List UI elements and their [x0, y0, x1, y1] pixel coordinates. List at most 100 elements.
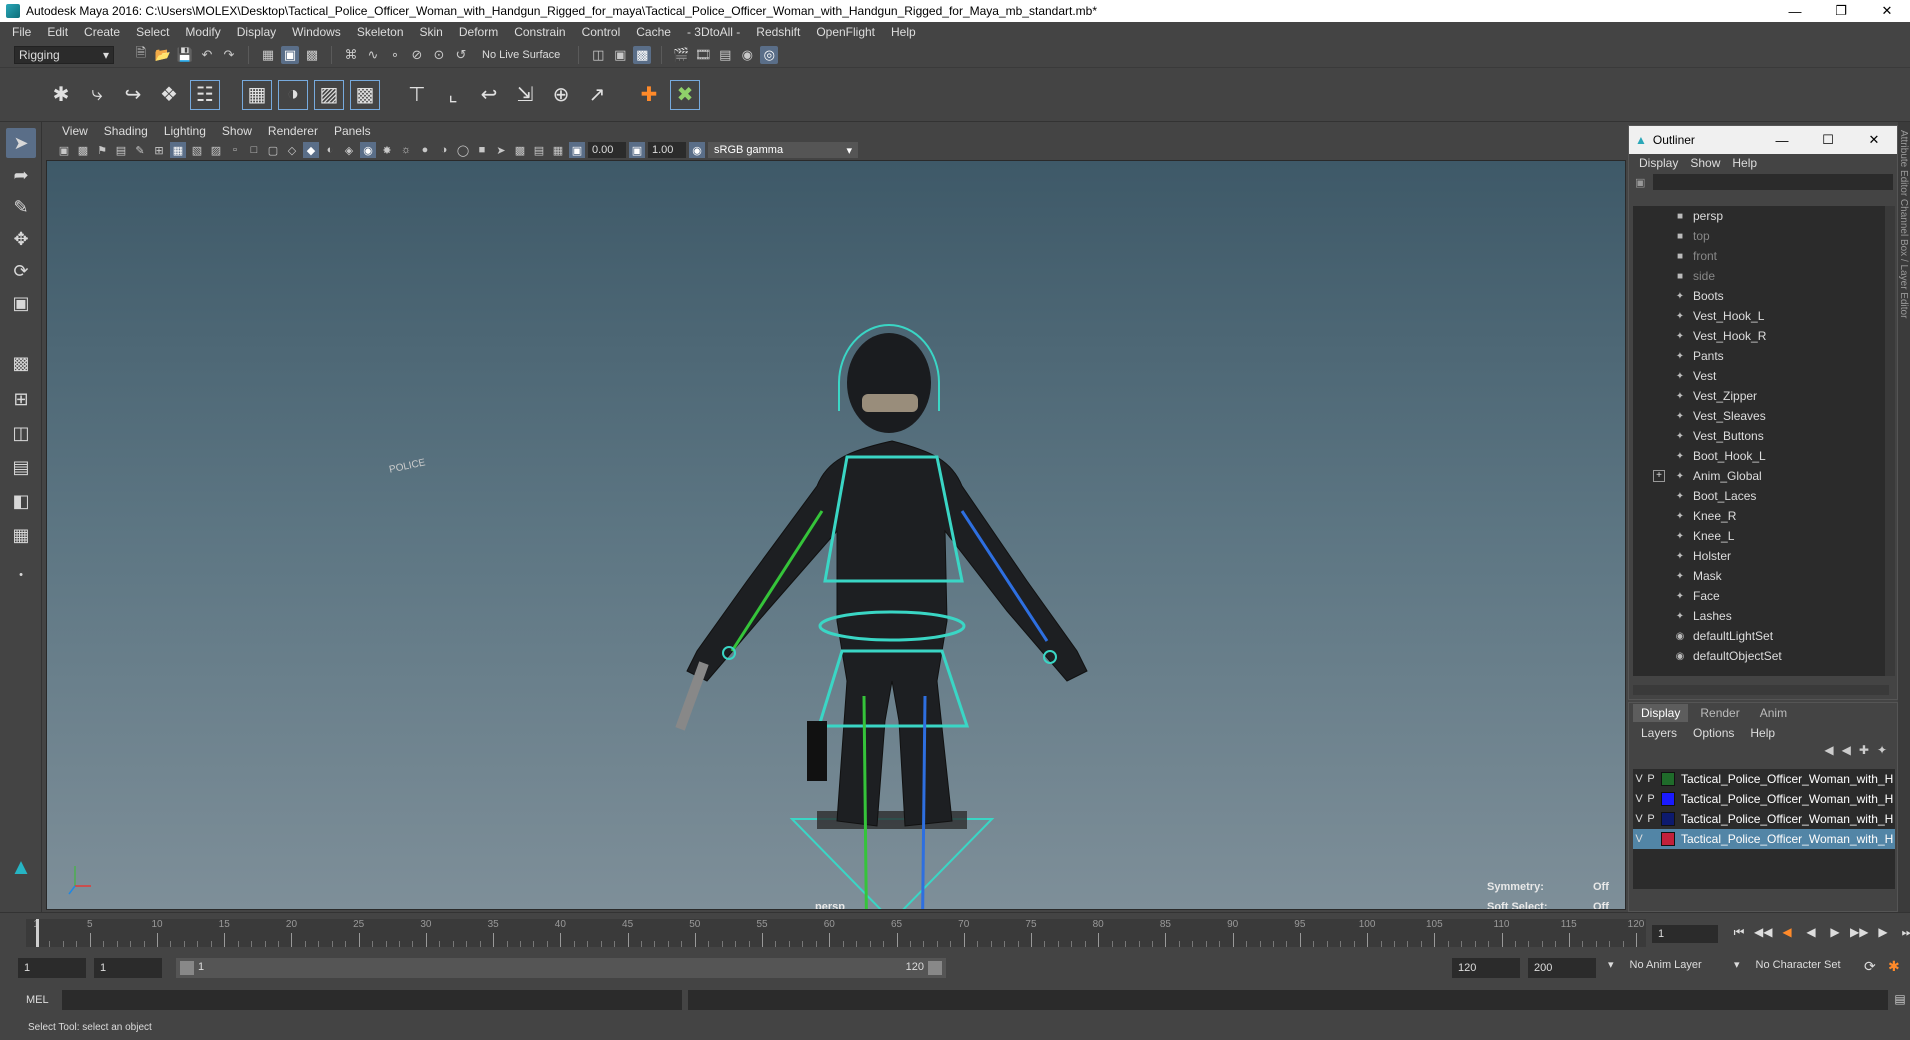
menu-4[interactable]: Modify	[177, 25, 228, 39]
aim-constraint-icon[interactable]: ⊕	[546, 80, 576, 110]
play-backwards-icon[interactable]: ◀	[1802, 925, 1820, 940]
menu-8[interactable]: Skin	[412, 25, 451, 39]
layer-color-swatch[interactable]	[1661, 832, 1675, 846]
persp-outliner-layout-icon[interactable]: ◫	[6, 418, 36, 448]
layer-row[interactable]: V P Tactical_Police_Officer_Woman_with_H	[1633, 789, 1895, 809]
safe-action-icon[interactable]: □	[246, 142, 262, 158]
paint-select-icon[interactable]: ✎	[6, 192, 36, 222]
step-forward-icon[interactable]: ▶	[1874, 925, 1892, 940]
outliner-item[interactable]: ■ front	[1633, 246, 1889, 266]
hud-icon[interactable]: ▩	[512, 142, 528, 158]
new-layer-selected-icon[interactable]: ✦	[1877, 743, 1887, 763]
layer-color-swatch[interactable]	[1661, 792, 1675, 806]
outliner-item[interactable]: ✦ Face	[1633, 586, 1889, 606]
menu-6[interactable]: Windows	[284, 25, 349, 39]
viewport-menu-0[interactable]: View	[54, 124, 96, 138]
menu-2[interactable]: Create	[76, 25, 128, 39]
grease-pencil-icon[interactable]: ✎	[132, 142, 148, 158]
go-to-start-icon[interactable]: ⏮	[1730, 925, 1748, 940]
maximize-icon[interactable]: ☐	[1805, 132, 1851, 148]
outliner-item[interactable]: ✦ Vest_Zipper	[1633, 386, 1889, 406]
outliner-item[interactable]: ✦ Pants	[1633, 346, 1889, 366]
outliner-item[interactable]: ✦ Boots	[1633, 286, 1889, 306]
ik-handle-icon[interactable]: ⤷	[82, 80, 112, 110]
default-material-icon[interactable]: ◐	[322, 142, 338, 158]
grid-icon[interactable]: ⊞	[151, 142, 167, 158]
outliner-horizontal-scrollbar[interactable]	[1633, 685, 1889, 695]
construction-history-icon[interactable]: ▩	[633, 45, 652, 64]
remove-influence-icon[interactable]: ✖	[670, 79, 700, 110]
menu-3[interactable]: Select	[128, 25, 177, 39]
viewport-menu-2[interactable]: Lighting	[156, 124, 214, 138]
bookmark-icon[interactable]: ⚑	[94, 142, 110, 158]
menu-1[interactable]: Edit	[39, 25, 76, 39]
menu-0[interactable]: File	[4, 25, 39, 39]
animation-end-field[interactable]: 200	[1528, 958, 1596, 978]
outliner-item[interactable]: ◉ defaultObjectSet	[1633, 646, 1889, 666]
character-set-dropdown[interactable]: ▾ No Character Set	[1734, 958, 1841, 972]
add-influence-icon[interactable]: ✚	[634, 80, 664, 110]
script-editor-icon[interactable]: ▤	[1892, 992, 1908, 1008]
layer-playback-toggle[interactable]: P	[1645, 813, 1657, 825]
menu-14[interactable]: Redshift	[748, 25, 808, 39]
hypershade-layout-icon[interactable]: ◧	[6, 486, 36, 516]
isolate-select-icon[interactable]: ➤	[493, 142, 509, 158]
outliner-menu-1[interactable]: Show	[1684, 156, 1726, 170]
layer-playback-toggle[interactable]: P	[1645, 773, 1657, 785]
parent-constraint-icon[interactable]: ⊤	[402, 80, 432, 110]
film-gate-icon[interactable]: ▦	[170, 142, 186, 158]
layer-row[interactable]: V P Tactical_Police_Officer_Woman_with_H	[1633, 809, 1895, 829]
layer-tab-0[interactable]: Display	[1633, 704, 1689, 722]
exposure-field[interactable]: 0.00	[588, 142, 626, 158]
input-output-icon[interactable]: ◫	[589, 46, 607, 64]
scale-constraint-icon[interactable]: ⇲	[510, 80, 540, 110]
paint-weights-icon[interactable]: ◑	[278, 79, 308, 110]
outliner-item[interactable]: ✦ Vest_Hook_L	[1633, 306, 1889, 326]
outliner-item[interactable]: ✦ Vest_Sleaves	[1633, 406, 1889, 426]
select-component-icon[interactable]: ▩	[303, 46, 321, 64]
rotate-tool-icon[interactable]: ⟳	[6, 256, 36, 286]
layer-visibility-toggle[interactable]: V	[1633, 833, 1645, 845]
history-icon[interactable]: ▣	[611, 46, 629, 64]
current-frame-field[interactable]: 1	[1652, 925, 1718, 943]
camera-attributes-icon[interactable]: ▩	[75, 142, 91, 158]
current-time-indicator[interactable]	[36, 919, 39, 947]
lights-icon[interactable]: ●	[417, 142, 433, 158]
outliner-menu-2[interactable]: Help	[1726, 156, 1763, 170]
menu-15[interactable]: OpenFlight	[808, 25, 883, 39]
safe-title-icon[interactable]: ▢	[265, 142, 281, 158]
layer-visibility-toggle[interactable]: V	[1633, 813, 1645, 825]
wireframe-on-shaded-icon[interactable]: ◈	[341, 142, 357, 158]
outliner-search-input[interactable]	[1653, 174, 1894, 190]
command-language-label[interactable]: MEL	[26, 994, 49, 1006]
live-surface-label[interactable]: No Live Surface	[482, 49, 560, 61]
backface-culling-icon[interactable]: ▦	[550, 142, 566, 158]
layer-row[interactable]: V Tactical_Police_Officer_Woman_with_H	[1633, 829, 1895, 849]
outliner-item[interactable]: ✦ Mask	[1633, 566, 1889, 586]
orient-constraint-icon[interactable]: ↩	[474, 80, 504, 110]
bind-skin-icon[interactable]: ▦	[242, 79, 272, 110]
playback-start-field[interactable]: 1	[94, 958, 162, 978]
outliner-item[interactable]: ✦ Boot_Hook_L	[1633, 446, 1889, 466]
resolution-gate-icon[interactable]: ▧	[189, 142, 205, 158]
ipr-render-icon[interactable]: 🎞	[694, 46, 712, 64]
pole-vector-icon[interactable]: ↗	[582, 80, 612, 110]
menu-5[interactable]: Display	[229, 25, 284, 39]
color-management-icon[interactable]: ◉	[689, 142, 705, 158]
menu-10[interactable]: Constrain	[506, 25, 573, 39]
menu-set-dropdown[interactable]: Rigging ▾	[14, 45, 114, 64]
outliner-item[interactable]: ✦ Knee_L	[1633, 526, 1889, 546]
snap-live-icon[interactable]: ⊙	[430, 46, 448, 64]
anim-layer-dropdown[interactable]: ▾ No Anim Layer	[1608, 958, 1702, 972]
motion-blur-icon[interactable]: ■	[474, 142, 490, 158]
open-scene-icon[interactable]: 📂	[154, 46, 172, 64]
lattice-icon[interactable]: ▨	[314, 79, 344, 110]
render-settings-icon[interactable]: ▤	[716, 46, 734, 64]
select-tool-icon[interactable]: ➤	[6, 128, 36, 158]
exposure-icon[interactable]: ▣	[569, 142, 585, 158]
layer-color-swatch[interactable]	[1661, 812, 1675, 826]
scale-tool-icon[interactable]: ▣	[6, 288, 36, 318]
perspective-viewport[interactable]: POLICE Symmetry: Off Soft Select: Off pe…	[46, 160, 1626, 910]
outliner-item[interactable]: ■ persp	[1633, 206, 1889, 226]
shadows-icon[interactable]: ◑	[436, 142, 452, 158]
